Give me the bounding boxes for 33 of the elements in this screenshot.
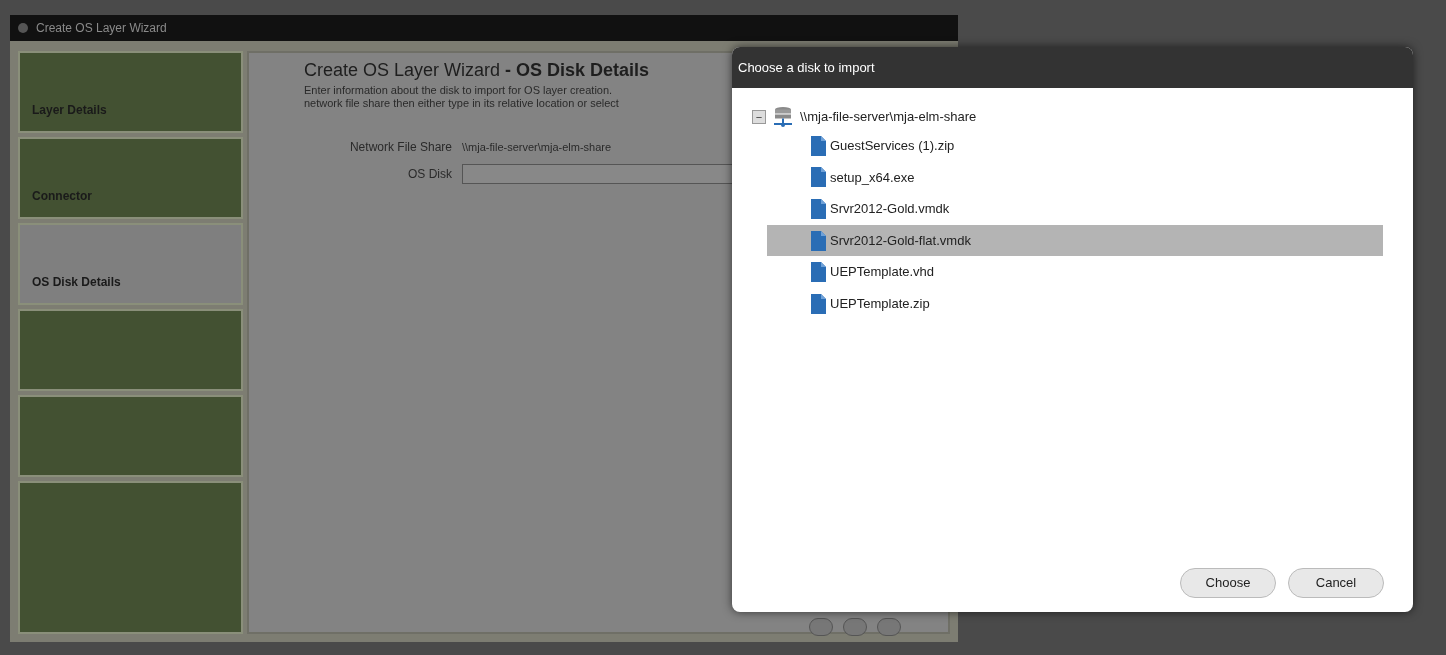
field-value: \\mja-file-server\mja-elm-share — [462, 139, 612, 155]
dialog-button[interactable]: Choose — [1180, 568, 1276, 598]
tree-item[interactable]: UEPTemplate.vhd — [767, 256, 1383, 288]
wizard-step[interactable]: OS Disk Details — [18, 223, 243, 305]
nav-button[interactable] — [877, 618, 901, 636]
file-icon — [811, 199, 826, 219]
file-icon — [811, 230, 826, 251]
wizard-step[interactable] — [18, 309, 243, 391]
tree-item[interactable]: UEPTemplate.zip — [767, 287, 1383, 320]
description-line: Enter information about the disk to import for OS layer creation. — [304, 84, 613, 97]
server-icon — [772, 106, 794, 128]
collapse-toggle[interactable]: − — [752, 110, 766, 124]
tree-item[interactable]: setup_x64.exe — [767, 161, 1383, 194]
window-title: Create OS Layer Wizard — [36, 20, 167, 37]
tree-item[interactable]: Srvr2012-Gold-flat.vmdk — [767, 224, 1383, 257]
file-icon — [811, 167, 826, 188]
app-icon — [18, 23, 28, 33]
file-icon — [811, 293, 826, 314]
nav-button[interactable] — [843, 618, 867, 636]
dialog-title: Choose a disk to import — [738, 58, 875, 77]
description-line: network file share then either type in its relative location or select — [304, 97, 619, 110]
file-icon — [811, 262, 826, 283]
tree-item[interactable]: Srvr2012-Gold.vmdk — [767, 193, 1383, 225]
file-icon — [811, 135, 826, 156]
wizard-step[interactable] — [18, 481, 243, 634]
dialog-button[interactable]: Cancel — [1288, 568, 1384, 598]
field-label: OS Disk — [407, 166, 452, 183]
nav-button[interactable] — [809, 618, 833, 636]
tree-item[interactable]: \\mja-file-server\mja-elm-share — [800, 107, 977, 127]
field-label: Network File Share — [348, 139, 452, 156]
page-heading: Create OS Layer Wizard - OS Disk Details — [304, 59, 650, 82]
tree-item[interactable]: GuestServices (1).zip — [767, 130, 1383, 162]
wizard-step[interactable] — [18, 395, 243, 477]
